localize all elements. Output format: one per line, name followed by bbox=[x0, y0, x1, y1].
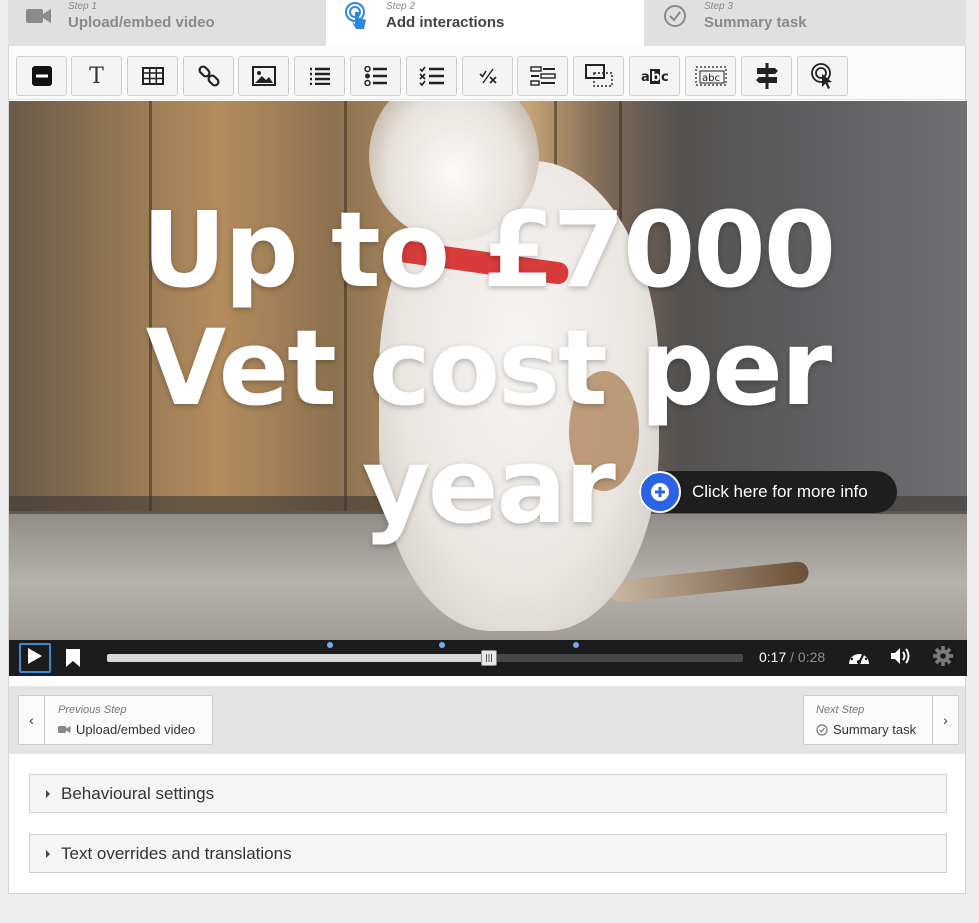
play-icon bbox=[27, 647, 43, 670]
behavioural-settings-label: Behavioural settings bbox=[61, 783, 215, 803]
previous-step-label: Upload/embed video bbox=[76, 722, 196, 737]
progress-bar[interactable] bbox=[107, 642, 743, 666]
step-navigation: ‹ Previous Step Upload/embed video Next … bbox=[9, 686, 965, 754]
fill-blanks-icon: abc bbox=[694, 66, 727, 86]
previous-step-caption: Previous Step bbox=[58, 704, 127, 716]
true-false-icon bbox=[478, 67, 498, 85]
playback-speed-button[interactable] bbox=[847, 647, 871, 669]
label-tool-button[interactable] bbox=[16, 56, 67, 96]
volume-button[interactable] bbox=[889, 647, 913, 669]
drag-text-tool-button[interactable] bbox=[517, 56, 568, 96]
image-icon bbox=[251, 66, 276, 86]
bookmarks-button[interactable] bbox=[65, 648, 81, 673]
step-number: Step 1 bbox=[68, 1, 97, 12]
crossroads-tool-button[interactable] bbox=[797, 56, 848, 96]
hotspot-label: Click here for more info bbox=[692, 482, 868, 501]
multiple-choice-tool-button[interactable] bbox=[406, 56, 457, 96]
table-tool-button[interactable] bbox=[127, 56, 178, 96]
video-canvas[interactable]: Up to £7000 Vet cost per year Click here… bbox=[9, 101, 967, 640]
caret-right-icon bbox=[46, 849, 50, 858]
overlay-line: Vet cost per bbox=[145, 307, 832, 429]
image-tool-button[interactable] bbox=[238, 56, 289, 96]
step-number: Step 2 bbox=[386, 1, 415, 12]
plus-circle-icon bbox=[639, 471, 681, 513]
time-separator: / bbox=[790, 649, 795, 665]
drag-text-icon bbox=[529, 66, 556, 86]
previous-step-button[interactable]: ‹ Previous Step Upload/embed video bbox=[18, 695, 213, 745]
touch-icon bbox=[344, 2, 370, 29]
step-upload-embed[interactable]: Step 1 Upload/embed video bbox=[8, 0, 326, 46]
text-tool-button[interactable]: T bbox=[71, 56, 122, 96]
mark-words-icon: abc bbox=[640, 67, 670, 85]
next-step-caption: Next Step bbox=[816, 704, 865, 716]
overlay-line: Up to £7000 bbox=[141, 189, 836, 311]
step-add-interactions[interactable]: Step 2 Add interactions bbox=[326, 0, 644, 46]
navigation-hotspot-tool-button[interactable] bbox=[741, 56, 792, 96]
step-name: Upload/embed video bbox=[68, 14, 215, 31]
mark-words-tool-button[interactable]: abc bbox=[629, 56, 680, 96]
drag-drop-tool-button[interactable] bbox=[573, 56, 624, 96]
check-circle-icon bbox=[816, 723, 828, 736]
interaction-marker[interactable] bbox=[438, 642, 445, 648]
step-name: Summary task bbox=[704, 14, 807, 31]
chevron-left-icon: ‹ bbox=[19, 696, 45, 744]
check-circle-icon bbox=[662, 3, 688, 29]
table-icon bbox=[141, 67, 164, 85]
interaction-marker[interactable] bbox=[326, 642, 333, 648]
more-info-hotspot[interactable]: Click here for more info bbox=[639, 471, 897, 513]
step-summary-task[interactable]: Step 3 Summary task bbox=[644, 0, 962, 46]
navigation-hotspot-icon bbox=[755, 63, 779, 89]
interactive-video-editor: T abc abc Up to £7000 Vet cost per year … bbox=[8, 46, 967, 894]
svg-text:abc: abc bbox=[702, 73, 720, 84]
fill-blanks-tool-button[interactable]: abc bbox=[685, 56, 736, 96]
svg-text:c: c bbox=[661, 70, 669, 85]
progress-handle[interactable] bbox=[480, 650, 497, 666]
statements-tool-button[interactable] bbox=[294, 56, 345, 96]
multiple-choice-icon bbox=[418, 66, 445, 86]
caret-right-icon bbox=[46, 789, 50, 798]
video-camera-icon bbox=[58, 726, 71, 733]
link-tool-button[interactable] bbox=[183, 56, 234, 96]
settings-icon bbox=[933, 645, 953, 671]
current-time: 0:17 bbox=[759, 649, 787, 665]
time-display: 0:17 / 0:28 bbox=[759, 649, 825, 665]
next-step-label: Summary task bbox=[833, 722, 917, 737]
text-overrides-toggle[interactable]: Text overrides and translations bbox=[29, 834, 947, 873]
step-name: Add interactions bbox=[386, 14, 505, 31]
drag-drop-icon bbox=[584, 64, 613, 88]
volume-icon bbox=[890, 647, 912, 670]
svg-text:a: a bbox=[641, 70, 650, 85]
video-controls: 0:17 / 0:28 bbox=[9, 640, 967, 676]
behavioural-settings-toggle[interactable]: Behavioural settings bbox=[29, 774, 947, 813]
single-choice-icon bbox=[363, 66, 388, 86]
chevron-right-icon: › bbox=[932, 696, 958, 744]
link-icon bbox=[197, 65, 220, 87]
crossroads-icon bbox=[810, 62, 836, 90]
steps-bar: Step 1 Upload/embed video Step 2 Add int… bbox=[8, 0, 966, 46]
label-icon bbox=[31, 66, 52, 86]
text-icon: T bbox=[89, 63, 104, 89]
interactions-toolbar: T abc abc bbox=[9, 46, 965, 100]
svg-text:b: b bbox=[651, 70, 660, 85]
step-number: Step 3 bbox=[704, 1, 733, 12]
next-step-button[interactable]: Next Step Summary task › bbox=[803, 695, 959, 745]
speed-icon bbox=[847, 646, 871, 671]
video-camera-icon bbox=[26, 3, 52, 29]
progress-fill bbox=[107, 654, 489, 662]
bookmark-icon bbox=[65, 649, 81, 672]
single-choice-tool-button[interactable] bbox=[350, 56, 401, 96]
play-button[interactable] bbox=[19, 643, 51, 673]
statements-icon bbox=[309, 67, 331, 85]
text-overrides-label: Text overrides and translations bbox=[61, 843, 292, 863]
true-false-tool-button[interactable] bbox=[462, 56, 513, 96]
interaction-marker[interactable] bbox=[572, 642, 579, 648]
settings-button[interactable] bbox=[931, 645, 955, 671]
total-time: 0:28 bbox=[797, 649, 826, 665]
